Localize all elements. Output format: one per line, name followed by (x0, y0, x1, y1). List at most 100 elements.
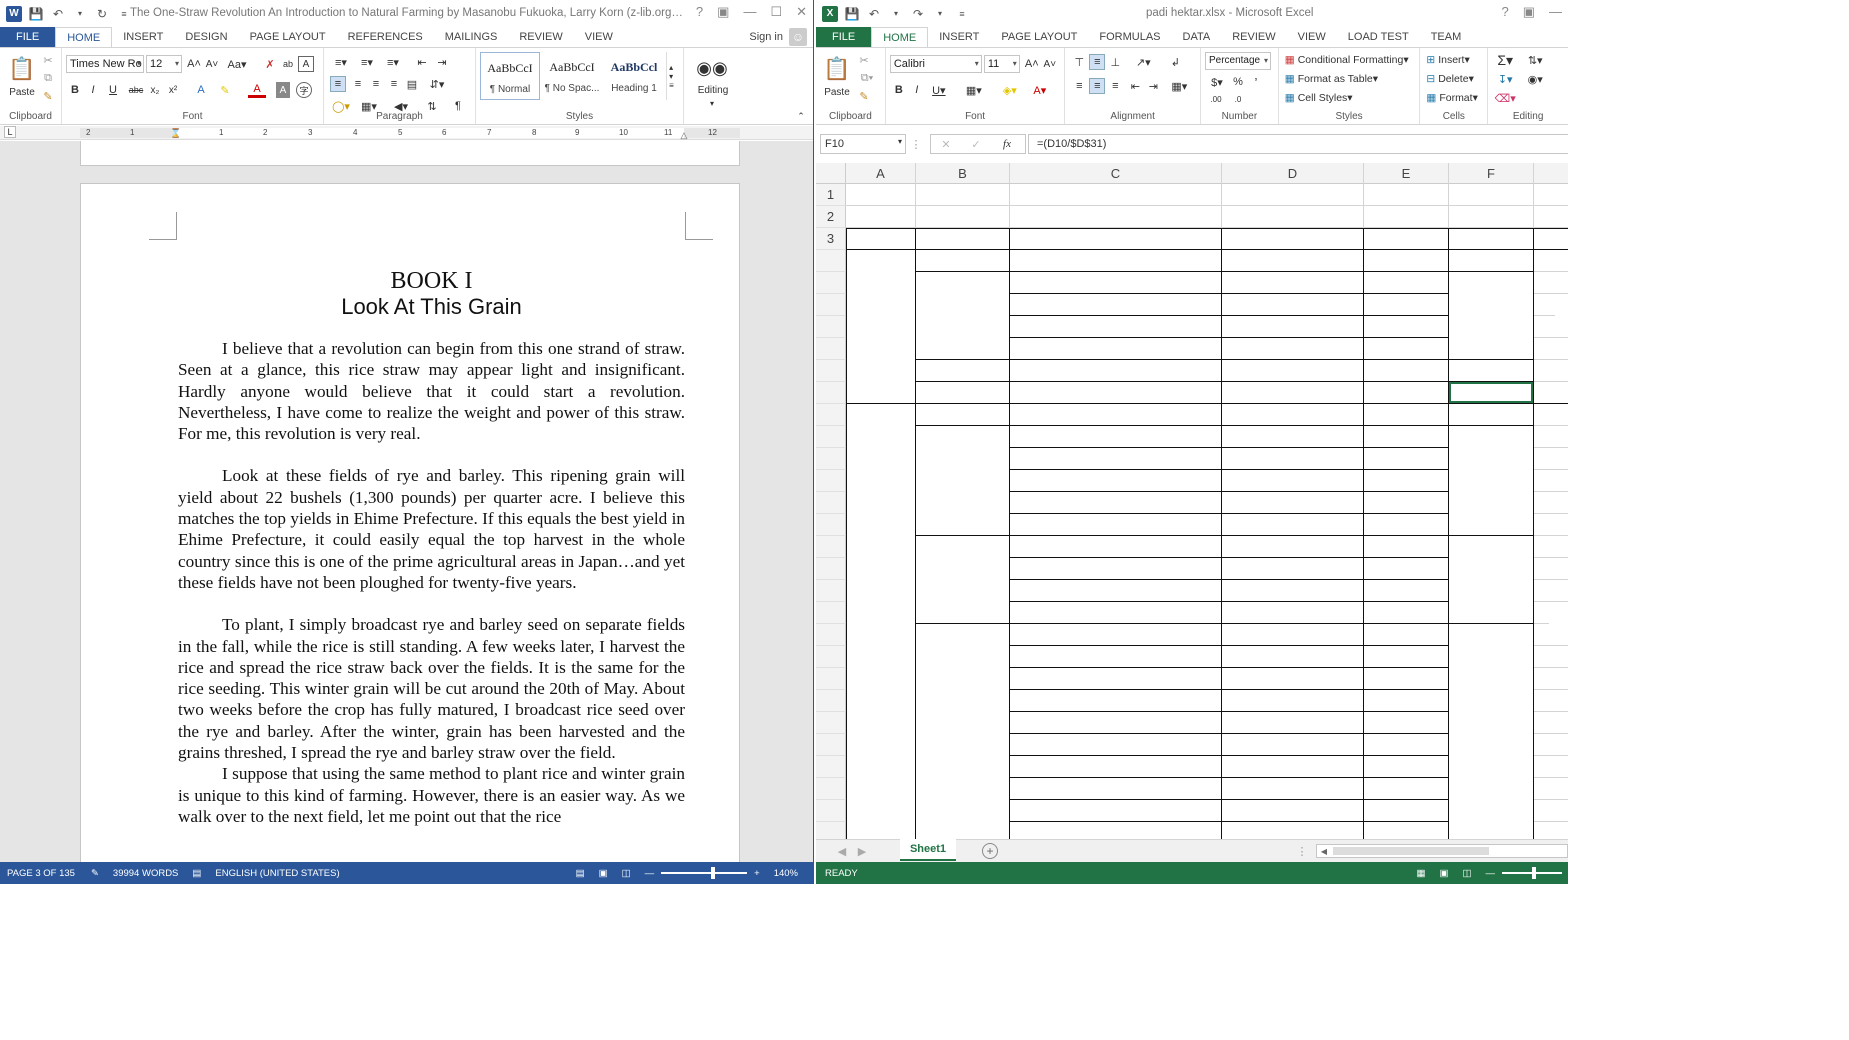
tab-insert[interactable]: INSERT (112, 27, 174, 47)
persen-group-cell[interactable] (1449, 250, 1533, 271)
uraian-cell[interactable] (1013, 580, 1221, 602)
row-header[interactable] (816, 316, 846, 338)
proofing-icon[interactable]: ✎ (84, 868, 106, 879)
ribbon-display-icon[interactable]: ▣ (717, 4, 729, 20)
percent-cell[interactable] (1364, 646, 1449, 668)
fill-icon[interactable]: ↧▾ (1494, 71, 1516, 87)
paste-button[interactable]: Paste (822, 86, 852, 98)
percent-cell[interactable] (1364, 580, 1449, 602)
amount-cell[interactable] (1222, 514, 1358, 536)
row-header[interactable] (816, 360, 846, 382)
scroll-tabs-right-icon[interactable]: ▶ (856, 844, 868, 858)
column-header[interactable]: D (1222, 163, 1364, 184)
tab-team[interactable]: TEAM (1420, 27, 1473, 47)
amount-cell[interactable] (1222, 338, 1358, 360)
percent-cell[interactable] (1364, 690, 1449, 712)
align-right-icon[interactable]: ≡ (368, 76, 384, 92)
tab-file[interactable]: FILE (0, 27, 56, 47)
uraian-cell[interactable] (1013, 514, 1221, 536)
decrease-indent-icon[interactable]: ⇤ (414, 54, 430, 70)
partial-total-cell[interactable] (1549, 613, 1568, 635)
uraian-cell[interactable] (1013, 536, 1221, 558)
zoom-in-icon[interactable]: + (747, 868, 767, 879)
percent-cell[interactable] (1364, 294, 1449, 316)
percent-cell[interactable] (1364, 778, 1449, 800)
amount-cell[interactable] (1222, 668, 1358, 690)
redo-dropdown-icon[interactable]: ▾ (932, 6, 948, 22)
sheet-tab[interactable]: Sheet1 (900, 839, 956, 861)
phonetic-guide-icon[interactable]: ab (280, 56, 296, 72)
horizontal-scrollbar[interactable]: ◀ (1316, 844, 1568, 858)
column-header[interactable]: C (1010, 163, 1222, 184)
tab-load-test[interactable]: LOAD TEST (1337, 27, 1420, 47)
amount-cell[interactable] (1222, 404, 1358, 426)
undo-dropdown-icon[interactable]: ▾ (72, 6, 88, 22)
shrink-font-icon[interactable]: A˅ (204, 56, 220, 72)
amount-cell[interactable] (1222, 426, 1358, 448)
subscript-icon[interactable]: x₂ (148, 82, 162, 98)
customize-qat-icon[interactable]: ≡ (954, 6, 970, 22)
editing-dropdown-icon[interactable]: ▾ (706, 98, 718, 108)
tab-home[interactable]: HOME (55, 27, 113, 47)
formula-input[interactable]: =(D10/$D$31) (1028, 134, 1568, 154)
print-layout-icon[interactable]: ▣ (592, 868, 615, 879)
enter-formula-icon[interactable]: ✓ (969, 137, 983, 151)
spreadsheet-grid[interactable]: ABCDEF 123 (816, 163, 1568, 839)
amount-cell[interactable] (1222, 602, 1358, 624)
autosum-icon[interactable]: Σ▾ (1494, 52, 1516, 68)
binoculars-icon[interactable]: ◉◉ (696, 54, 727, 82)
middle-align-icon[interactable]: ≡ (1089, 54, 1106, 70)
percent-cell[interactable] (1364, 800, 1449, 822)
percent-icon[interactable]: % (1231, 74, 1245, 90)
amount-cell[interactable] (1222, 360, 1358, 382)
amount-cell[interactable] (1222, 448, 1358, 470)
percent-cell[interactable] (1364, 822, 1449, 839)
style-no-spacing[interactable]: AaBbCcI ¶ No Spac... (542, 52, 602, 100)
amount-cell[interactable] (1222, 646, 1358, 668)
justify-icon[interactable]: ≡ (386, 76, 402, 92)
subjenis-group-cell[interactable] (916, 624, 1009, 839)
redo-icon[interactable]: ↻ (94, 6, 110, 22)
word-count[interactable]: 39994 WORDS (106, 868, 185, 879)
amount-cell[interactable] (1222, 800, 1358, 822)
header-cell[interactable] (1364, 228, 1568, 250)
sort-filter-icon[interactable]: ⇅▾ (1524, 52, 1546, 68)
amount-cell[interactable] (1222, 778, 1358, 800)
insert-cells-button[interactable]: ⊞ Insert ▾ (1426, 52, 1486, 68)
jenis-group-cell[interactable] (846, 250, 915, 403)
tab-splitter-icon[interactable]: ⋮ (1297, 844, 1308, 858)
undo-icon[interactable]: ↶ (50, 6, 66, 22)
select-all-corner[interactable] (816, 163, 846, 184)
uraian-cell[interactable] (1013, 470, 1221, 492)
page-layout-view-icon[interactable]: ▣ (1433, 868, 1456, 879)
percent-cell[interactable] (1364, 360, 1449, 382)
partial-total-cell[interactable] (1555, 305, 1568, 327)
percent-cell[interactable] (1364, 734, 1449, 756)
collapse-ribbon-icon[interactable]: ⌃ (795, 110, 807, 122)
row-header[interactable] (816, 558, 846, 580)
percent-cell[interactable] (1364, 668, 1449, 690)
row-header[interactable] (816, 470, 846, 492)
font-size-box[interactable]: 11 ▾ (983, 55, 1020, 73)
row-header[interactable] (816, 382, 846, 404)
multilevel-list-icon[interactable]: ≡▾ (382, 54, 404, 70)
align-left-icon[interactable]: ≡ (330, 76, 346, 92)
name-box-dropdown-icon[interactable]: ▾ (898, 137, 902, 146)
row-header[interactable] (816, 250, 846, 272)
decrease-indent-icon[interactable]: ⇤ (1127, 78, 1143, 94)
align-center-icon[interactable]: ≡ (1089, 78, 1106, 94)
right-indent-marker-icon[interactable]: △ (679, 130, 689, 140)
italic-icon[interactable]: I (910, 82, 924, 98)
row-header[interactable] (816, 514, 846, 536)
clear-icon[interactable]: ⌫▾ (1494, 90, 1516, 106)
top-align-icon[interactable]: ⊤ (1071, 54, 1087, 70)
align-center-icon[interactable]: ≡ (350, 76, 366, 92)
uraian-cell[interactable] (1013, 822, 1221, 839)
format-cells-button[interactable]: ▦ Format ▾ (1426, 90, 1486, 106)
character-border-icon[interactable]: A (298, 56, 314, 72)
style-heading-1[interactable]: AaBbCcl Heading 1 (604, 52, 664, 100)
format-painter-icon[interactable]: ✎ (856, 88, 872, 104)
zoom-slider[interactable] (1502, 867, 1562, 879)
bullets-icon[interactable]: ≡▾ (330, 54, 352, 70)
font-name-box[interactable]: Times New Ro ▾ (66, 55, 144, 73)
